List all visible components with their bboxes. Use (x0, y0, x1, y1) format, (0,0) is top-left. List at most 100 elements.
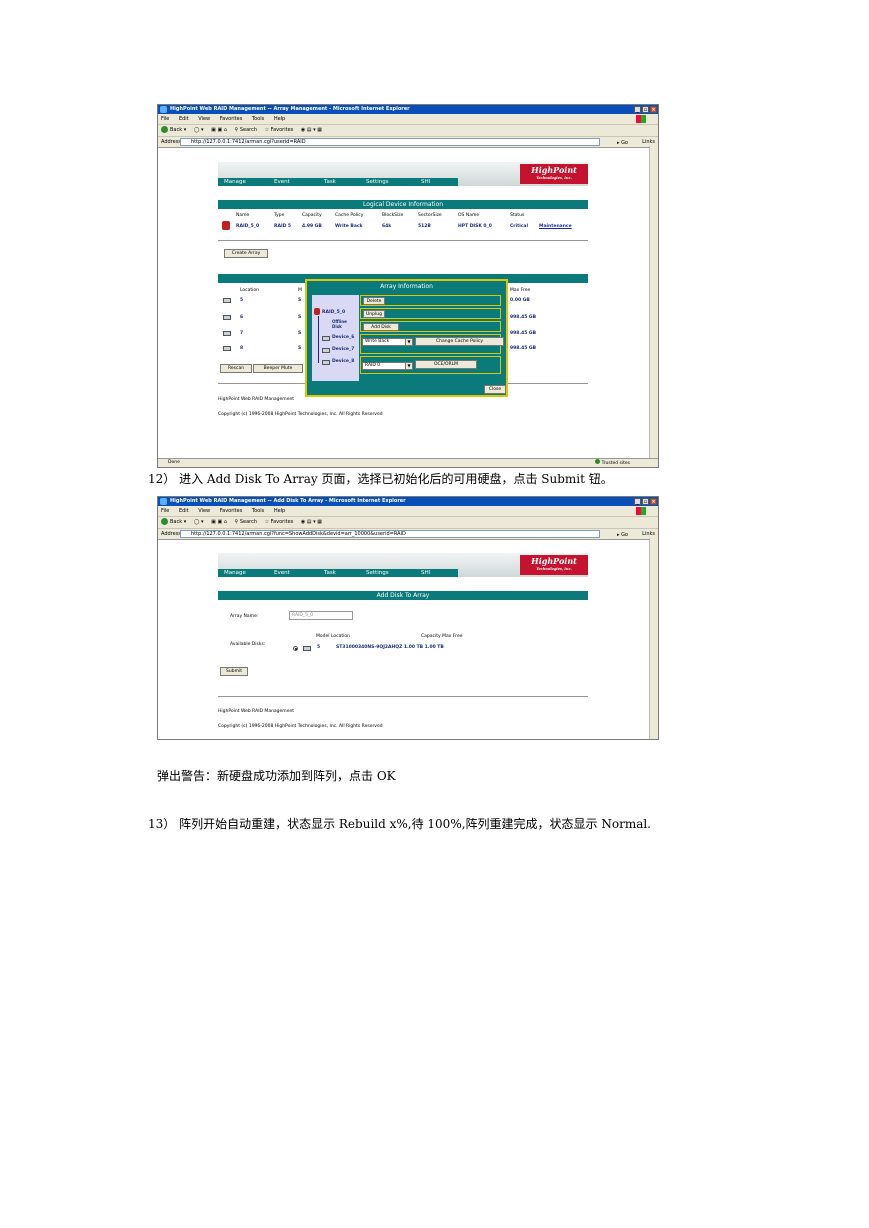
url-input[interactable]: http://127.0.0.1:7412/arman.cgi?func=Sho… (180, 530, 600, 538)
raid-level-select[interactable]: RAID 0 ▼ (362, 362, 413, 370)
status-bar: Done Trusted sites (158, 458, 658, 467)
maximize-button[interactable]: ▫ (642, 498, 649, 505)
forward-button[interactable]: ◯ ▾ (194, 517, 204, 528)
disk-model: S (298, 346, 302, 351)
highpoint-logo: HighPoint Technologies, Inc. (520, 164, 588, 184)
disk-icon (303, 646, 311, 651)
nav-shi[interactable]: SHI (421, 178, 430, 186)
disk-model: S (298, 315, 302, 320)
col-status: Status (510, 213, 525, 218)
back-button[interactable]: Back ▾ (161, 517, 186, 528)
disk-icon (223, 346, 231, 351)
minimize-button[interactable]: _ (634, 498, 641, 505)
cache-policy-select[interactable]: Write Back ▼ (362, 338, 413, 346)
menu-help[interactable]: Help (274, 508, 285, 514)
popup-row: Unplug (360, 308, 501, 319)
array-name-field[interactable]: RAID_5_0 (289, 611, 353, 620)
nav-task[interactable]: Task (324, 178, 336, 186)
windows-logo-icon (636, 507, 646, 515)
array-name-label: Array Name: (230, 614, 259, 619)
menu-file[interactable]: File (161, 116, 169, 122)
col-capacity-maxfree: Capacity Max Free (421, 634, 463, 639)
col-model: M (298, 288, 302, 293)
disk-max-free: 998.45 GB (510, 331, 537, 336)
tree-device-7[interactable]: Device_7 (332, 347, 354, 352)
url-input[interactable]: http://127.0.0.1:7412/arman.cgi?userid=R… (180, 138, 600, 146)
stop-refresh-home-icons[interactable]: ▣ ▣ ⌂ (211, 517, 227, 528)
browser-toolbar: Back ▾ ◯ ▾ ▣ ▣ ⌂ ⚲ Search ☆ Favorites ◉ … (158, 517, 658, 529)
nav-task[interactable]: Task (324, 569, 336, 577)
array-blocksize: 64k (382, 224, 392, 229)
windows-logo-icon (636, 115, 646, 123)
search-button[interactable]: ⚲ Search (235, 125, 257, 136)
forward-button[interactable]: ◯ ▾ (194, 125, 204, 136)
disk-max-free: 0.00 GB (510, 298, 530, 303)
array-name: RAID_5_0 (236, 224, 260, 229)
disk-icon (322, 360, 330, 365)
popup-row: Delete (360, 295, 501, 306)
favorites-button[interactable]: ☆ Favorites (265, 125, 294, 136)
close-window-button[interactable]: × (650, 106, 657, 113)
vertical-scrollbar[interactable] (649, 146, 658, 458)
nav-settings[interactable]: Settings (366, 178, 389, 186)
window-title: HighPoint Web RAID Management -- Add Dis… (170, 498, 406, 504)
nav-shi[interactable]: SHI (421, 569, 430, 577)
nav-settings[interactable]: Settings (366, 569, 389, 577)
checkmark-icon (594, 459, 600, 464)
ie-icon (160, 498, 167, 505)
create-array-button[interactable]: Create Array (224, 249, 268, 258)
nav-event[interactable]: Event (274, 569, 290, 577)
submit-button[interactable]: Submit (220, 667, 248, 676)
nav-manage[interactable]: Manage (224, 178, 246, 186)
beeper-mute-button[interactable]: Beeper Mute (253, 364, 303, 373)
popup-title: Array Information (380, 283, 433, 290)
close-window-button[interactable]: × (650, 498, 657, 505)
media-mail-print-icons[interactable]: ◉ ▤ ▾ ▦ (301, 517, 322, 528)
menu-bar: File Edit View Favorites Tools Help (158, 114, 658, 125)
footer-copyright: Copyright (c) 1996-2008 HighPoint Techno… (218, 724, 383, 729)
vertical-scrollbar[interactable] (649, 538, 658, 739)
change-cache-policy-button[interactable]: Change Cache Policy (415, 337, 504, 346)
media-mail-print-icons[interactable]: ◉ ▤ ▾ ▦ (301, 125, 322, 136)
tree-offline-disk[interactable]: Offline Disk (332, 319, 356, 329)
oce-orlm-button[interactable]: OCE/ORLM (415, 360, 477, 369)
menu-favorites[interactable]: Favorites (220, 116, 243, 122)
maintenance-link[interactable]: Maintenance (539, 224, 572, 229)
tree-device-6[interactable]: Device_6 (332, 335, 354, 340)
rescan-button[interactable]: Rescan (220, 364, 252, 373)
menu-view[interactable]: View (198, 508, 210, 514)
menu-edit[interactable]: Edit (179, 116, 189, 122)
menu-tools[interactable]: Tools (252, 116, 264, 122)
search-button[interactable]: ⚲ Search (235, 517, 257, 528)
tree-device-8[interactable]: Device_8 (332, 359, 354, 364)
chevron-down-icon: ▼ (405, 363, 412, 369)
minimize-button[interactable]: _ (634, 106, 641, 113)
browser-toolbar: Back ▾ ◯ ▾ ▣ ▣ ⌂ ⚲ Search ☆ Favorites ◉ … (158, 125, 658, 137)
menu-file[interactable]: File (161, 508, 169, 514)
nav-manage[interactable]: Manage (224, 569, 246, 577)
unplug-button[interactable]: Unplug (363, 310, 385, 318)
address-label: Address (161, 531, 181, 537)
menu-view[interactable]: View (198, 116, 210, 122)
back-button[interactable]: Back ▾ (161, 125, 186, 136)
add-disk-button[interactable]: Add Disk (363, 323, 399, 331)
disk-radio[interactable] (293, 646, 298, 651)
array-status: Critical (510, 224, 529, 229)
window-title: HighPoint Web RAID Management -- Array M… (170, 106, 410, 112)
array-os-name: HPT DISK 0_0 (458, 224, 492, 229)
menu-edit[interactable]: Edit (179, 508, 189, 514)
stop-refresh-home-icons[interactable]: ▣ ▣ ⌂ (211, 125, 227, 136)
maximize-button[interactable]: ▫ (642, 106, 649, 113)
menu-help[interactable]: Help (274, 116, 285, 122)
array-capacity: 4.99 GB (302, 224, 322, 229)
favorites-button[interactable]: ☆ Favorites (265, 517, 294, 528)
disk-icon (223, 331, 231, 336)
close-button[interactable]: Close (484, 385, 506, 394)
disk-model: S (298, 331, 302, 336)
menu-favorites[interactable]: Favorites (220, 508, 243, 514)
menu-tools[interactable]: Tools (252, 508, 264, 514)
tree-root[interactable]: RAID_5_0 (322, 310, 345, 315)
nav-event[interactable]: Event (274, 178, 290, 186)
delete-button[interactable]: Delete (363, 297, 385, 305)
divider (218, 240, 588, 241)
